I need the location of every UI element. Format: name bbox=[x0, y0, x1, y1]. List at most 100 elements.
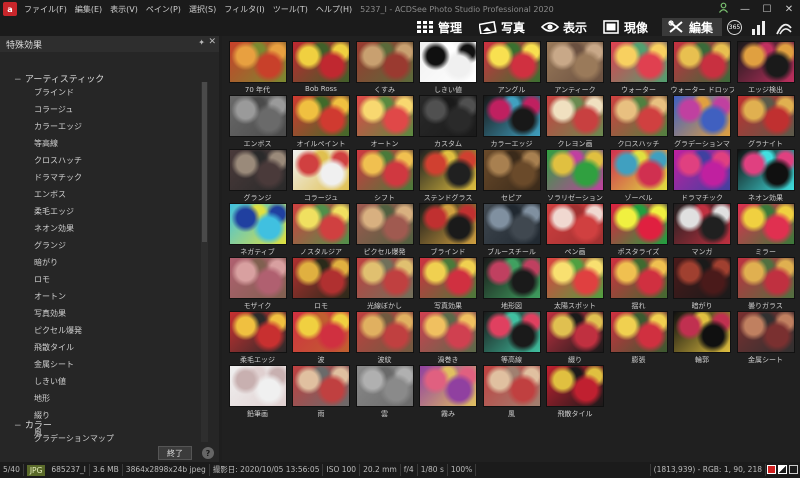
effect-thumbnail[interactable]: ブラインド bbox=[417, 201, 480, 258]
effect-thumbnail[interactable]: 霧み bbox=[417, 363, 480, 420]
effect-thumbnail[interactable]: カラーエッジ bbox=[480, 93, 543, 150]
pin-icon[interactable]: ✦ bbox=[198, 38, 205, 47]
effect-thumbnail[interactable]: オイルペイント bbox=[290, 93, 353, 150]
effect-thumbnail[interactable]: 渦巻き bbox=[417, 309, 480, 366]
effect-thumbnail[interactable]: カスタム bbox=[417, 93, 480, 150]
effect-thumbnail[interactable]: ウォーター bbox=[607, 39, 670, 96]
tree-item[interactable]: 等高線 bbox=[34, 138, 58, 149]
effect-thumbnail[interactable]: 雲 bbox=[353, 363, 416, 420]
scrollbar-thumb[interactable] bbox=[202, 82, 207, 242]
tree-item[interactable]: 飛散タイル bbox=[34, 342, 74, 353]
mode-edit-button[interactable]: 編集 bbox=[662, 18, 722, 36]
menu-filter[interactable]: フィルタ(I) bbox=[220, 4, 268, 15]
mode-develop-button[interactable]: 現像 bbox=[602, 18, 648, 36]
effect-thumbnail[interactable]: ドラマチック bbox=[671, 147, 734, 204]
effect-thumbnail[interactable]: 暗がり bbox=[671, 255, 734, 312]
effect-thumbnail[interactable]: グラナイト bbox=[734, 93, 797, 150]
effect-thumbnail[interactable]: エッジ検出 bbox=[734, 39, 797, 96]
effect-thumbnail[interactable]: 輪郭 bbox=[671, 309, 734, 366]
mode-photos-button[interactable]: 写真 bbox=[479, 18, 525, 36]
tree-item[interactable]: ロモ bbox=[34, 274, 50, 285]
collapse-icon[interactable]: − bbox=[14, 421, 22, 431]
effect-thumbnail[interactable]: 等高線 bbox=[480, 309, 543, 366]
effect-thumbnail[interactable]: アングル bbox=[480, 39, 543, 96]
effect-thumbnail[interactable]: ソラリゼーション bbox=[544, 147, 607, 204]
background-icon[interactable] bbox=[789, 465, 798, 474]
menu-tools[interactable]: ツール(T) bbox=[269, 4, 312, 15]
menu-edit[interactable]: 編集(E) bbox=[71, 4, 106, 15]
tree-item[interactable]: エンボス bbox=[34, 189, 66, 200]
effect-thumbnail[interactable]: 金属シート bbox=[734, 309, 797, 366]
effect-thumbnail[interactable]: 光線ぼかし bbox=[353, 255, 416, 312]
effect-thumbnail[interactable]: 飛散タイル bbox=[544, 363, 607, 420]
menu-select[interactable]: 選択(S) bbox=[185, 4, 220, 15]
effect-thumbnail[interactable]: ロモ bbox=[290, 255, 353, 312]
effect-thumbnail[interactable]: ネガティブ bbox=[226, 201, 289, 258]
effect-thumbnail[interactable]: ミラー bbox=[734, 201, 797, 258]
effect-thumbnail[interactable]: 綴り bbox=[544, 309, 607, 366]
tree-item[interactable]: 金属シート bbox=[34, 359, 74, 370]
tree-item[interactable]: 柔毛エッジ bbox=[34, 206, 74, 217]
effect-thumbnail[interactable]: セピア bbox=[480, 147, 543, 204]
effect-thumbnail[interactable]: ポスタライズ bbox=[607, 201, 670, 258]
effect-thumbnail[interactable]: くすみ bbox=[353, 39, 416, 96]
effect-thumbnail[interactable]: 地形図 bbox=[480, 255, 543, 312]
acdsee-365-icon[interactable]: 365 bbox=[727, 20, 742, 35]
menu-view[interactable]: 表示(V) bbox=[106, 4, 142, 15]
effect-thumbnail[interactable]: クレヨン画 bbox=[544, 93, 607, 150]
effect-thumbnail[interactable]: ブルースチール bbox=[480, 201, 543, 258]
effect-thumbnail[interactable]: ゾーベル bbox=[607, 147, 670, 204]
effect-thumbnail[interactable]: グランジ bbox=[226, 147, 289, 204]
tree-item[interactable]: ブラインド bbox=[34, 87, 74, 98]
tree-item[interactable]: しきい値 bbox=[34, 376, 66, 387]
tree-item[interactable]: 地形 bbox=[34, 393, 50, 404]
tree-item[interactable]: 写真効果 bbox=[34, 308, 66, 319]
effect-thumbnail[interactable]: シフト bbox=[353, 147, 416, 204]
collapse-icon[interactable]: − bbox=[14, 75, 22, 85]
tree-item[interactable]: クロスハッチ bbox=[34, 155, 82, 166]
effect-thumbnail[interactable]: しきい値 bbox=[417, 39, 480, 96]
close-panel-icon[interactable]: ✕ bbox=[208, 37, 216, 47]
effect-thumbnail[interactable]: 波紋 bbox=[353, 309, 416, 366]
acdsee-logo-icon[interactable]: a bbox=[3, 2, 17, 16]
finish-button[interactable]: 終了 bbox=[158, 446, 192, 460]
menu-help[interactable]: ヘルプ(H) bbox=[312, 4, 356, 15]
tree-item[interactable]: ドラマチック bbox=[34, 172, 82, 183]
minimize-button[interactable]: — bbox=[734, 4, 756, 15]
luxea-icon[interactable] bbox=[776, 20, 792, 35]
effect-thumbnail[interactable]: ウォーター ドロップ bbox=[671, 39, 734, 96]
effect-thumbnail[interactable]: 70 年代 bbox=[226, 39, 289, 96]
maximize-button[interactable]: ☐ bbox=[756, 4, 778, 15]
tree-item[interactable]: グランジ bbox=[34, 240, 66, 251]
tree-item[interactable]: ネオン効果 bbox=[34, 223, 74, 234]
effect-thumbnail[interactable]: グラデーションマ bbox=[671, 93, 734, 150]
effect-thumbnail[interactable]: モザイク bbox=[226, 255, 289, 312]
red-square-icon[interactable] bbox=[767, 465, 776, 474]
effect-thumbnail[interactable]: 写真効果 bbox=[417, 255, 480, 312]
effect-thumbnail[interactable]: Bob Ross bbox=[290, 39, 353, 96]
effect-thumbnail[interactable]: 曇りガラス bbox=[734, 255, 797, 312]
mode-manage-button[interactable]: 管理 bbox=[416, 18, 462, 36]
tree-item[interactable]: コラージュ bbox=[34, 104, 73, 115]
tree-item[interactable]: オートン bbox=[34, 291, 66, 302]
effect-thumbnail[interactable]: 太陽スポット bbox=[544, 255, 607, 312]
tree-item[interactable]: カラーエッジ bbox=[34, 121, 82, 132]
effect-thumbnail[interactable]: コラージュ bbox=[290, 147, 353, 204]
effect-thumbnail[interactable]: ピクセル爆発 bbox=[353, 201, 416, 258]
effect-thumbnail[interactable]: 柔毛エッジ bbox=[226, 309, 289, 366]
menu-pane[interactable]: ペイン(P) bbox=[142, 4, 185, 15]
group-color[interactable]: − カラー bbox=[14, 418, 52, 431]
panel-scrollbar[interactable] bbox=[201, 82, 208, 442]
effect-thumbnail[interactable]: ステンドグラス bbox=[417, 147, 480, 204]
effect-thumbnail[interactable]: ノスタルジア bbox=[290, 201, 353, 258]
effect-thumbnail[interactable]: エンボス bbox=[226, 93, 289, 150]
dashboard-icon[interactable] bbox=[752, 20, 768, 35]
tree-item[interactable]: 暗がり bbox=[34, 257, 58, 268]
effect-thumbnail[interactable]: 鉛筆画 bbox=[226, 363, 289, 420]
help-icon[interactable]: ? bbox=[202, 447, 214, 459]
effect-thumbnail[interactable]: クロスハッチ bbox=[607, 93, 670, 150]
effect-thumbnail[interactable]: マンガ bbox=[671, 201, 734, 258]
compare-icon[interactable] bbox=[778, 465, 787, 474]
effect-thumbnail[interactable]: オートン bbox=[353, 93, 416, 150]
effect-thumbnail[interactable]: ペン画 bbox=[544, 201, 607, 258]
